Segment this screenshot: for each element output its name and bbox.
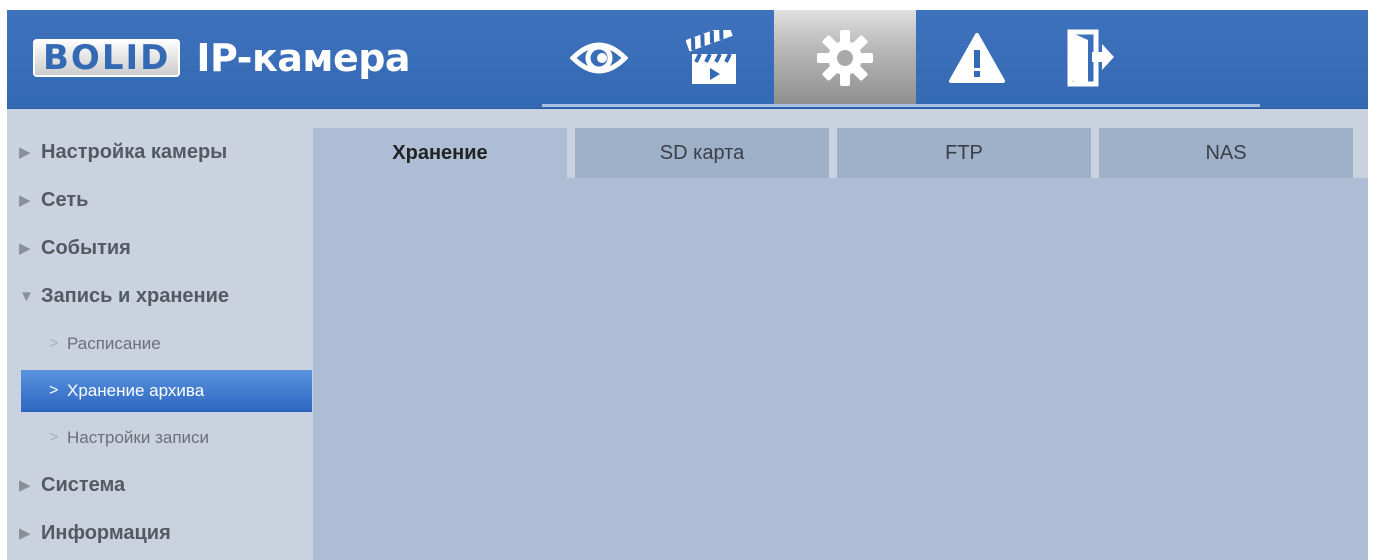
tab-nas[interactable]: NAS xyxy=(1099,128,1353,178)
tab-sd-card[interactable]: SD карта xyxy=(575,128,829,178)
triangle-right-icon: ▶ xyxy=(19,477,31,494)
app-title: IP-камера xyxy=(196,36,411,80)
tab-storage[interactable]: Хранение xyxy=(313,128,567,178)
header-bar: BOLID IP-камера xyxy=(7,10,1368,109)
chevron-right-icon: > xyxy=(49,428,59,446)
bolid-logo: BOLID xyxy=(33,38,181,78)
sidebar-item-label: Система xyxy=(41,473,126,496)
sidebar-item-events[interactable]: ▶ События xyxy=(7,224,312,272)
triangle-right-icon: ▶ xyxy=(19,144,31,161)
nav-playback[interactable] xyxy=(656,10,770,106)
sidebar-subitem-archive-storage[interactable]: > Хранение архива xyxy=(21,370,312,412)
sidebar-item-recording-storage[interactable]: ▼ Запись и хранение xyxy=(7,272,312,320)
nav-settings[interactable] xyxy=(774,10,916,106)
sidebar-item-network[interactable]: ▶ Сеть xyxy=(7,176,312,224)
sidebar-item-label: Запись и хранение xyxy=(41,284,230,307)
sidebar-item-information[interactable]: ▶ Информация xyxy=(7,509,312,557)
warning-icon xyxy=(949,33,1005,83)
sidebar-item-camera-settings[interactable]: ▶ Настройка камеры xyxy=(7,128,312,176)
chevron-right-icon: > xyxy=(49,382,59,399)
sidebar-item-label: Настройка камеры xyxy=(41,140,228,163)
chevron-right-icon: > xyxy=(49,334,59,352)
triangle-right-icon: ▶ xyxy=(19,240,31,257)
content-panel: Хранение SD карта FTP NAS xyxy=(313,128,1368,560)
sidebar-item-system[interactable]: ▶ Система xyxy=(7,461,312,509)
nav-alarm[interactable] xyxy=(920,10,1034,106)
triangle-down-icon: ▼ xyxy=(19,287,34,305)
sidebar-item-label: События xyxy=(41,236,131,259)
tab-ftp[interactable]: FTP xyxy=(837,128,1091,178)
sidebar-subitem-label: Расписание xyxy=(67,333,161,353)
sidebar-item-label: Сеть xyxy=(41,188,89,211)
sidebar: ▶ Настройка камеры ▶ Сеть ▶ События ▼ За… xyxy=(7,128,312,557)
triangle-right-icon: ▶ xyxy=(19,525,31,542)
sidebar-item-label: Информация xyxy=(41,521,171,544)
sidebar-subitem-record-settings[interactable]: > Настройки записи xyxy=(7,414,312,461)
sidebar-subitem-label: Настройки записи xyxy=(67,427,210,447)
sidebar-subitem-schedule[interactable]: > Расписание xyxy=(7,320,312,367)
exit-icon xyxy=(1067,29,1114,87)
app-window: BOLID IP-камера ▶ Настройка камеры ▶ Сет… xyxy=(7,10,1368,560)
clapperboard-icon xyxy=(686,30,736,84)
nav-logout[interactable] xyxy=(1034,10,1148,106)
eye-icon xyxy=(570,42,628,74)
triangle-right-icon: ▶ xyxy=(19,192,31,209)
sidebar-subitem-label: Хранение архива xyxy=(67,381,205,400)
nav-live-view[interactable] xyxy=(542,10,656,106)
nav-underline xyxy=(542,104,1260,107)
tab-bar: Хранение SD карта FTP NAS xyxy=(313,128,1368,178)
main-nav xyxy=(542,10,1148,108)
logo: BOLID IP-камера xyxy=(33,34,411,82)
gear-icon xyxy=(817,30,873,86)
